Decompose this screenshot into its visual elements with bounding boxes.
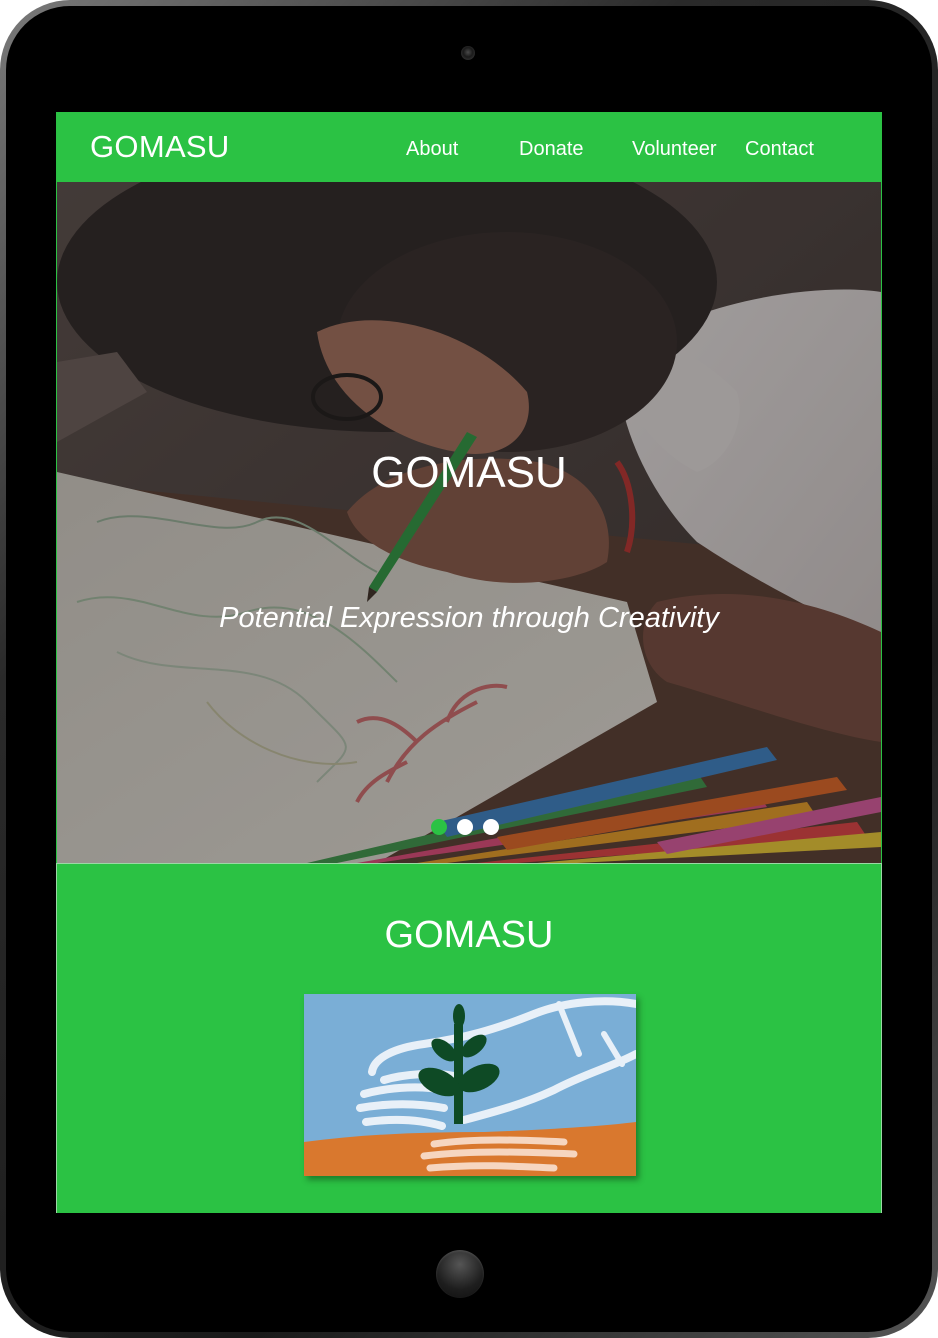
screen: GOMASU About Donate Volunteer Contact GO… [56, 112, 882, 1213]
nav-link-volunteer[interactable]: Volunteer [632, 138, 717, 161]
about-section: GOMASU [56, 863, 882, 1213]
about-title: GOMASU [384, 914, 554, 956]
nav-link-donate[interactable]: Donate [519, 138, 584, 161]
carousel-dot-1[interactable] [431, 819, 447, 835]
plant-in-hands-logo [304, 994, 636, 1176]
nav-link-about[interactable]: About [406, 138, 458, 161]
carousel-dot-3[interactable] [483, 819, 499, 835]
home-button-icon[interactable] [436, 1250, 484, 1298]
hero-carousel: GOMASU Potential Expression through Crea… [57, 182, 881, 863]
carousel-dot-2[interactable] [457, 819, 473, 835]
navbar: GOMASU About Donate Volunteer Contact [56, 112, 882, 182]
tablet-device-frame: GOMASU About Donate Volunteer Contact GO… [0, 0, 938, 1338]
hero-dim-overlay [57, 182, 881, 863]
camera-icon [461, 46, 475, 60]
nav-brand[interactable]: GOMASU [90, 129, 230, 165]
nav-link-contact[interactable]: Contact [745, 138, 814, 161]
hero-title: GOMASU [371, 448, 567, 497]
hero-tagline: Potential Expression through Creativity [219, 602, 719, 634]
